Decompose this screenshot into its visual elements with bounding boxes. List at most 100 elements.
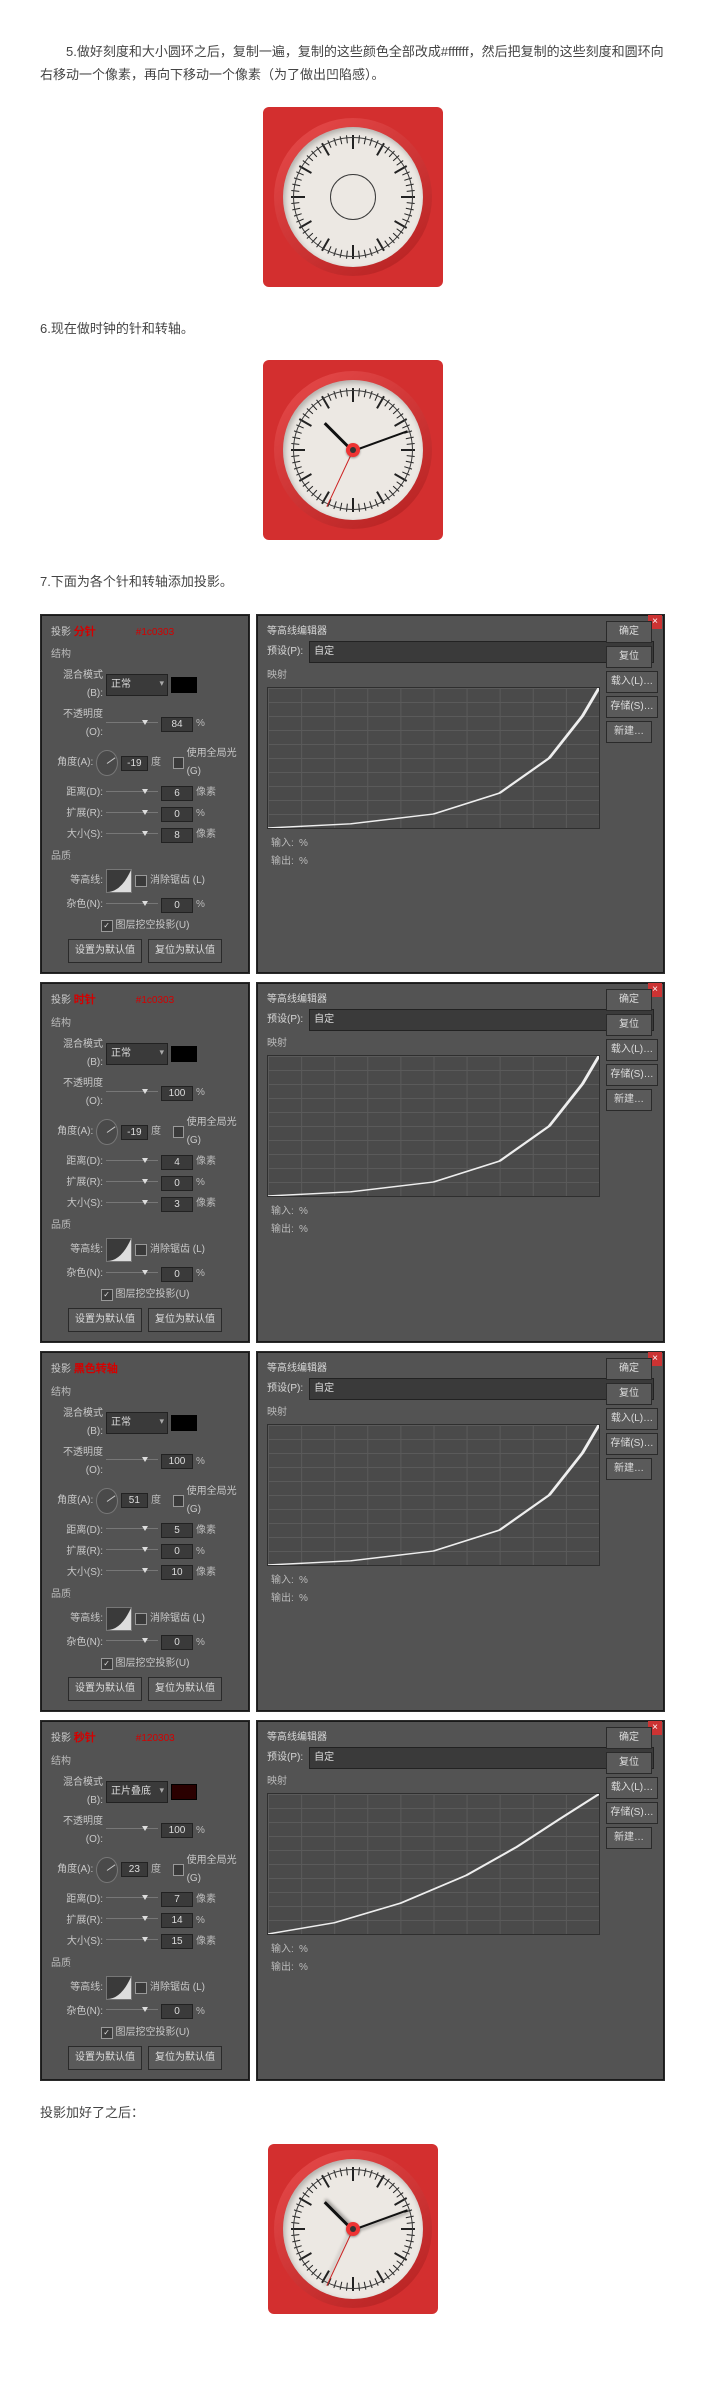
global-light-checkbox[interactable] bbox=[173, 757, 183, 769]
blend-select[interactable]: 正常 bbox=[106, 1412, 168, 1434]
size-value[interactable]: 3 bbox=[161, 1197, 193, 1212]
antialias-checkbox[interactable] bbox=[135, 1982, 147, 1994]
reset-button[interactable]: 复位 bbox=[606, 1383, 652, 1405]
opacity-slider[interactable] bbox=[106, 1828, 158, 1835]
ok-button[interactable]: 确定 bbox=[606, 989, 652, 1011]
shadow-color-swatch[interactable] bbox=[171, 1046, 197, 1062]
noise-slider[interactable] bbox=[106, 1640, 158, 1647]
make-default-button[interactable]: 设置为默认值 bbox=[68, 939, 142, 963]
size-slider[interactable] bbox=[106, 1202, 158, 1209]
make-default-button[interactable]: 设置为默认值 bbox=[68, 1308, 142, 1332]
antialias-checkbox[interactable] bbox=[135, 1613, 147, 1625]
reset-button[interactable]: 复位 bbox=[606, 1752, 652, 1774]
noise-value[interactable]: 0 bbox=[161, 898, 193, 913]
contour-thumb[interactable] bbox=[106, 1976, 132, 2000]
spread-value[interactable]: 14 bbox=[161, 1913, 193, 1928]
size-value[interactable]: 10 bbox=[161, 1565, 193, 1580]
angle-dial[interactable] bbox=[96, 1857, 118, 1883]
noise-slider[interactable] bbox=[106, 903, 158, 910]
opacity-value[interactable]: 100 bbox=[161, 1823, 193, 1838]
distance-slider[interactable] bbox=[106, 791, 158, 798]
distance-value[interactable]: 5 bbox=[161, 1523, 193, 1538]
knockout-checkbox[interactable] bbox=[101, 1289, 113, 1301]
angle-value[interactable]: 23 bbox=[121, 1862, 148, 1877]
noise-value[interactable]: 0 bbox=[161, 1267, 193, 1282]
opacity-slider[interactable] bbox=[106, 1459, 158, 1466]
contour-thumb[interactable] bbox=[106, 869, 132, 893]
load-button[interactable]: 载入(L)… bbox=[606, 1777, 658, 1799]
angle-dial[interactable] bbox=[96, 1488, 118, 1514]
size-value[interactable]: 15 bbox=[161, 1934, 193, 1949]
size-value[interactable]: 8 bbox=[161, 828, 193, 843]
shadow-color-swatch[interactable] bbox=[171, 1784, 197, 1800]
contour-graph[interactable] bbox=[267, 1793, 600, 1935]
ok-button[interactable]: 确定 bbox=[606, 621, 652, 643]
contour-thumb[interactable] bbox=[106, 1238, 132, 1262]
shadow-color-swatch[interactable] bbox=[171, 677, 197, 693]
blend-select[interactable]: 正常 bbox=[106, 674, 168, 696]
distance-slider[interactable] bbox=[106, 1897, 158, 1904]
noise-value[interactable]: 0 bbox=[161, 2004, 193, 2019]
preset-select[interactable]: 自定 bbox=[309, 1009, 654, 1031]
angle-value[interactable]: 51 bbox=[121, 1493, 148, 1508]
new-button[interactable]: 新建… bbox=[606, 1458, 652, 1480]
shadow-color-swatch[interactable] bbox=[171, 1415, 197, 1431]
load-button[interactable]: 载入(L)… bbox=[606, 1039, 658, 1061]
opacity-slider[interactable] bbox=[106, 722, 158, 729]
opacity-value[interactable]: 100 bbox=[161, 1086, 193, 1101]
spread-value[interactable]: 0 bbox=[161, 1176, 193, 1191]
new-button[interactable]: 新建… bbox=[606, 1827, 652, 1849]
distance-value[interactable]: 6 bbox=[161, 786, 193, 801]
contour-graph[interactable] bbox=[267, 1424, 600, 1566]
contour-thumb[interactable] bbox=[106, 1607, 132, 1631]
reset-button[interactable]: 复位 bbox=[606, 1014, 652, 1036]
load-button[interactable]: 载入(L)… bbox=[606, 1408, 658, 1430]
new-button[interactable]: 新建… bbox=[606, 1089, 652, 1111]
spread-slider[interactable] bbox=[106, 812, 158, 819]
angle-value[interactable]: -19 bbox=[121, 756, 148, 771]
distance-slider[interactable] bbox=[106, 1528, 158, 1535]
noise-slider[interactable] bbox=[106, 2009, 158, 2016]
knockout-checkbox[interactable] bbox=[101, 920, 113, 932]
opacity-value[interactable]: 84 bbox=[161, 717, 193, 732]
preset-select[interactable]: 自定 bbox=[309, 1747, 654, 1769]
distance-slider[interactable] bbox=[106, 1160, 158, 1167]
antialias-checkbox[interactable] bbox=[135, 875, 147, 887]
contour-graph[interactable] bbox=[267, 1055, 600, 1197]
new-button[interactable]: 新建… bbox=[606, 721, 652, 743]
reset-button[interactable]: 复位 bbox=[606, 646, 652, 668]
global-light-checkbox[interactable] bbox=[173, 1864, 183, 1876]
spread-value[interactable]: 0 bbox=[161, 1544, 193, 1559]
size-slider[interactable] bbox=[106, 833, 158, 840]
preset-select[interactable]: 自定 bbox=[309, 1378, 654, 1400]
save-button[interactable]: 存储(S)… bbox=[606, 1802, 658, 1824]
load-button[interactable]: 载入(L)… bbox=[606, 671, 658, 693]
reset-default-button[interactable]: 复位为默认值 bbox=[148, 2046, 222, 2070]
save-button[interactable]: 存储(S)… bbox=[606, 696, 658, 718]
blend-select[interactable]: 正常 bbox=[106, 1043, 168, 1065]
noise-slider[interactable] bbox=[106, 1272, 158, 1279]
make-default-button[interactable]: 设置为默认值 bbox=[68, 2046, 142, 2070]
knockout-checkbox[interactable] bbox=[101, 2027, 113, 2039]
distance-value[interactable]: 4 bbox=[161, 1155, 193, 1170]
knockout-checkbox[interactable] bbox=[101, 1658, 113, 1670]
ok-button[interactable]: 确定 bbox=[606, 1358, 652, 1380]
contour-graph[interactable] bbox=[267, 687, 600, 829]
save-button[interactable]: 存储(S)… bbox=[606, 1433, 658, 1455]
antialias-checkbox[interactable] bbox=[135, 1244, 147, 1256]
make-default-button[interactable]: 设置为默认值 bbox=[68, 1677, 142, 1701]
spread-value[interactable]: 0 bbox=[161, 807, 193, 822]
reset-default-button[interactable]: 复位为默认值 bbox=[148, 939, 222, 963]
angle-dial[interactable] bbox=[96, 750, 118, 776]
spread-slider[interactable] bbox=[106, 1181, 158, 1188]
ok-button[interactable]: 确定 bbox=[606, 1727, 652, 1749]
spread-slider[interactable] bbox=[106, 1549, 158, 1556]
global-light-checkbox[interactable] bbox=[173, 1495, 183, 1507]
blend-select[interactable]: 正片叠底 bbox=[106, 1781, 168, 1803]
size-slider[interactable] bbox=[106, 1939, 158, 1946]
preset-select[interactable]: 自定 bbox=[309, 641, 654, 663]
save-button[interactable]: 存储(S)… bbox=[606, 1064, 658, 1086]
size-slider[interactable] bbox=[106, 1570, 158, 1577]
reset-default-button[interactable]: 复位为默认值 bbox=[148, 1308, 222, 1332]
spread-slider[interactable] bbox=[106, 1918, 158, 1925]
